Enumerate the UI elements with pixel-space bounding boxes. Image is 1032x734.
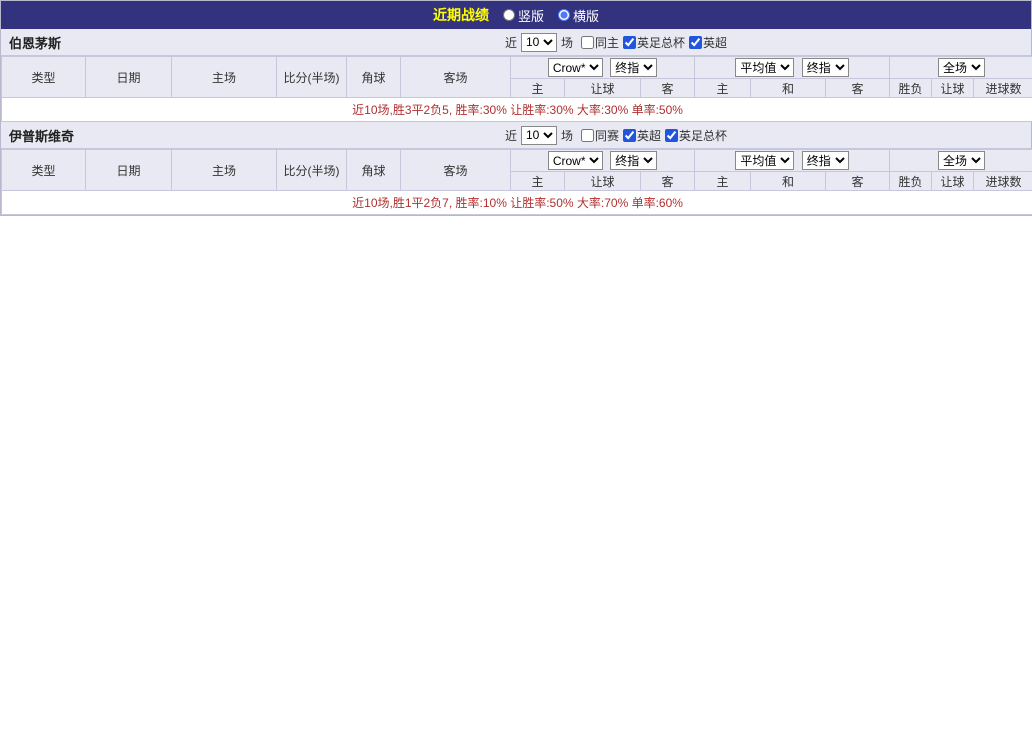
col-handicap-result: 让球 (931, 78, 975, 98)
layout-radio-vertical[interactable]: 竖版 (502, 6, 544, 25)
filter-label: 同主 (594, 35, 619, 50)
filter-label: 英超 (637, 128, 662, 143)
recent-results-page: 近期战绩 竖版 横版 伯恩茅斯 近 10 场 同主 英足总杯 英超 类型 日期 … (0, 0, 1032, 216)
filter-checkbox[interactable]: 同主 (580, 34, 619, 51)
fullmatch-header: 全场 (889, 149, 1032, 172)
checkbox[interactable] (665, 128, 679, 142)
filter-checkbox[interactable]: 英足总杯 (623, 34, 685, 51)
filter-bar: 近 10 场 同主 英足总杯 英超 (201, 32, 1031, 52)
avg-time-select[interactable]: 终指 (801, 151, 849, 170)
col-type: 类型 (1, 56, 86, 98)
odds-source-header: Crow* 终指 (509, 56, 696, 79)
col-odds-handicap: 让球 (564, 78, 641, 98)
topbar: 近期战绩 竖版 横版 (1, 1, 1031, 29)
team-section-bournemouth: 伯恩茅斯 近 10 场 同主 英足总杯 英超 类型 日期 主场 比分(半场) 角… (0, 29, 1032, 122)
team-section-ipswich: 伊普斯维奇 近 10 场 同赛 英超 英足总杯 类型 日期 主场 比分(半场) (0, 122, 1032, 215)
col-away: 客场 (400, 56, 511, 98)
competition-filters: 同赛 英超 英足总杯 (577, 127, 727, 144)
vertical-radio[interactable] (502, 9, 515, 21)
fullmatch-select[interactable]: 全场 (938, 151, 986, 170)
fullmatch-select[interactable]: 全场 (938, 58, 986, 77)
col-handicap-result: 让球 (931, 171, 975, 191)
bookmaker-select[interactable]: Crow* (547, 151, 603, 170)
average-odds-header: 平均值 终指 (694, 56, 891, 79)
checkbox[interactable] (689, 35, 703, 49)
col-odds-away: 客 (639, 78, 696, 98)
average-odds-header: 平均值 终指 (694, 149, 891, 172)
match-count-select[interactable]: 10 (520, 125, 557, 145)
col-avg-away: 客 (825, 171, 891, 191)
filter-label: 同赛 (594, 128, 619, 143)
col-date: 日期 (85, 149, 172, 191)
col-odds-away: 客 (639, 171, 696, 191)
odds-source-header: Crow* 终指 (509, 149, 696, 172)
fullmatch-header: 全场 (889, 56, 1032, 79)
team-name: 伊普斯维奇 (9, 128, 75, 144)
col-avg-draw: 和 (750, 78, 827, 98)
col-result: 胜负 (889, 78, 933, 98)
layout-radio-horizontal[interactable]: 横版 (558, 6, 599, 25)
col-corner: 角球 (346, 56, 401, 98)
checkbox[interactable] (580, 128, 594, 142)
average-select[interactable]: 平均值 (735, 151, 795, 170)
near-label: 近 (504, 35, 517, 50)
filter-checkbox[interactable]: 英超 (689, 34, 727, 51)
checkbox[interactable] (580, 35, 594, 49)
games-label: 场 (560, 128, 573, 143)
checkbox[interactable] (623, 35, 636, 49)
filter-label: 英足总杯 (679, 128, 728, 143)
col-away: 客场 (400, 149, 511, 191)
col-score: 比分(半场) (276, 149, 347, 191)
filter-bar: 近 10 场 同赛 英超 英足总杯 (201, 125, 1031, 145)
horizontal-radio[interactable] (558, 9, 570, 21)
filter-label: 英足总杯 (637, 35, 686, 50)
odds-time-select[interactable]: 终指 (610, 151, 658, 170)
col-type: 类型 (1, 149, 86, 191)
col-home: 主场 (171, 149, 277, 191)
bookmaker-select[interactable]: Crow* (547, 58, 603, 77)
checkbox[interactable] (623, 128, 636, 142)
team-name: 伯恩茅斯 (9, 35, 62, 51)
col-date: 日期 (85, 56, 172, 98)
match-count-select[interactable]: 10 (520, 32, 557, 52)
col-result: 胜负 (889, 171, 933, 191)
summary-row: 近10场,胜3平2负5, 胜率:30% 让胜率:30% 大率:30% 单率:50… (0, 97, 1032, 122)
col-odds-handicap: 让球 (564, 171, 641, 191)
col-corner: 角球 (346, 149, 401, 191)
avg-time-select[interactable]: 终指 (801, 58, 849, 77)
col-goals: 进球数 (973, 78, 1032, 98)
section-titlebar: 伊普斯维奇 近 10 场 同赛 英超 英足总杯 (1, 122, 1031, 149)
col-avg-home: 主 (694, 171, 752, 191)
col-odds-home: 主 (510, 78, 565, 98)
filter-checkbox[interactable]: 英足总杯 (665, 127, 727, 144)
col-avg-home: 主 (694, 78, 752, 98)
col-odds-home: 主 (510, 171, 565, 191)
matches-table: 类型 日期 主场 比分(半场) 角球 客场 Crow* 终指 平均值 终指 全场… (0, 56, 1032, 122)
section-titlebar: 伯恩茅斯 近 10 场 同主 英足总杯 英超 (1, 29, 1031, 56)
odds-time-select[interactable]: 终指 (610, 58, 658, 77)
vertical-radio-label: 竖版 (517, 8, 544, 24)
near-label: 近 (504, 128, 517, 143)
games-label: 场 (560, 35, 573, 50)
col-avg-draw: 和 (750, 171, 827, 191)
competition-filters: 同主 英足总杯 英超 (577, 34, 727, 51)
col-avg-away: 客 (825, 78, 891, 98)
filter-label: 英超 (703, 35, 728, 50)
filter-checkbox[interactable]: 英超 (623, 127, 661, 144)
filter-checkbox[interactable]: 同赛 (580, 127, 619, 144)
average-select[interactable]: 平均值 (735, 58, 795, 77)
matches-table: 类型 日期 主场 比分(半场) 角球 客场 Crow* 终指 平均值 终指 全场… (0, 149, 1032, 215)
col-score: 比分(半场) (276, 56, 347, 98)
page-title: 近期战绩 (432, 7, 489, 23)
summary-row: 近10场,胜1平2负7, 胜率:10% 让胜率:50% 大率:70% 单率:60… (0, 190, 1032, 215)
horizontal-radio-label: 横版 (573, 8, 600, 24)
col-home: 主场 (171, 56, 277, 98)
col-goals: 进球数 (973, 171, 1032, 191)
